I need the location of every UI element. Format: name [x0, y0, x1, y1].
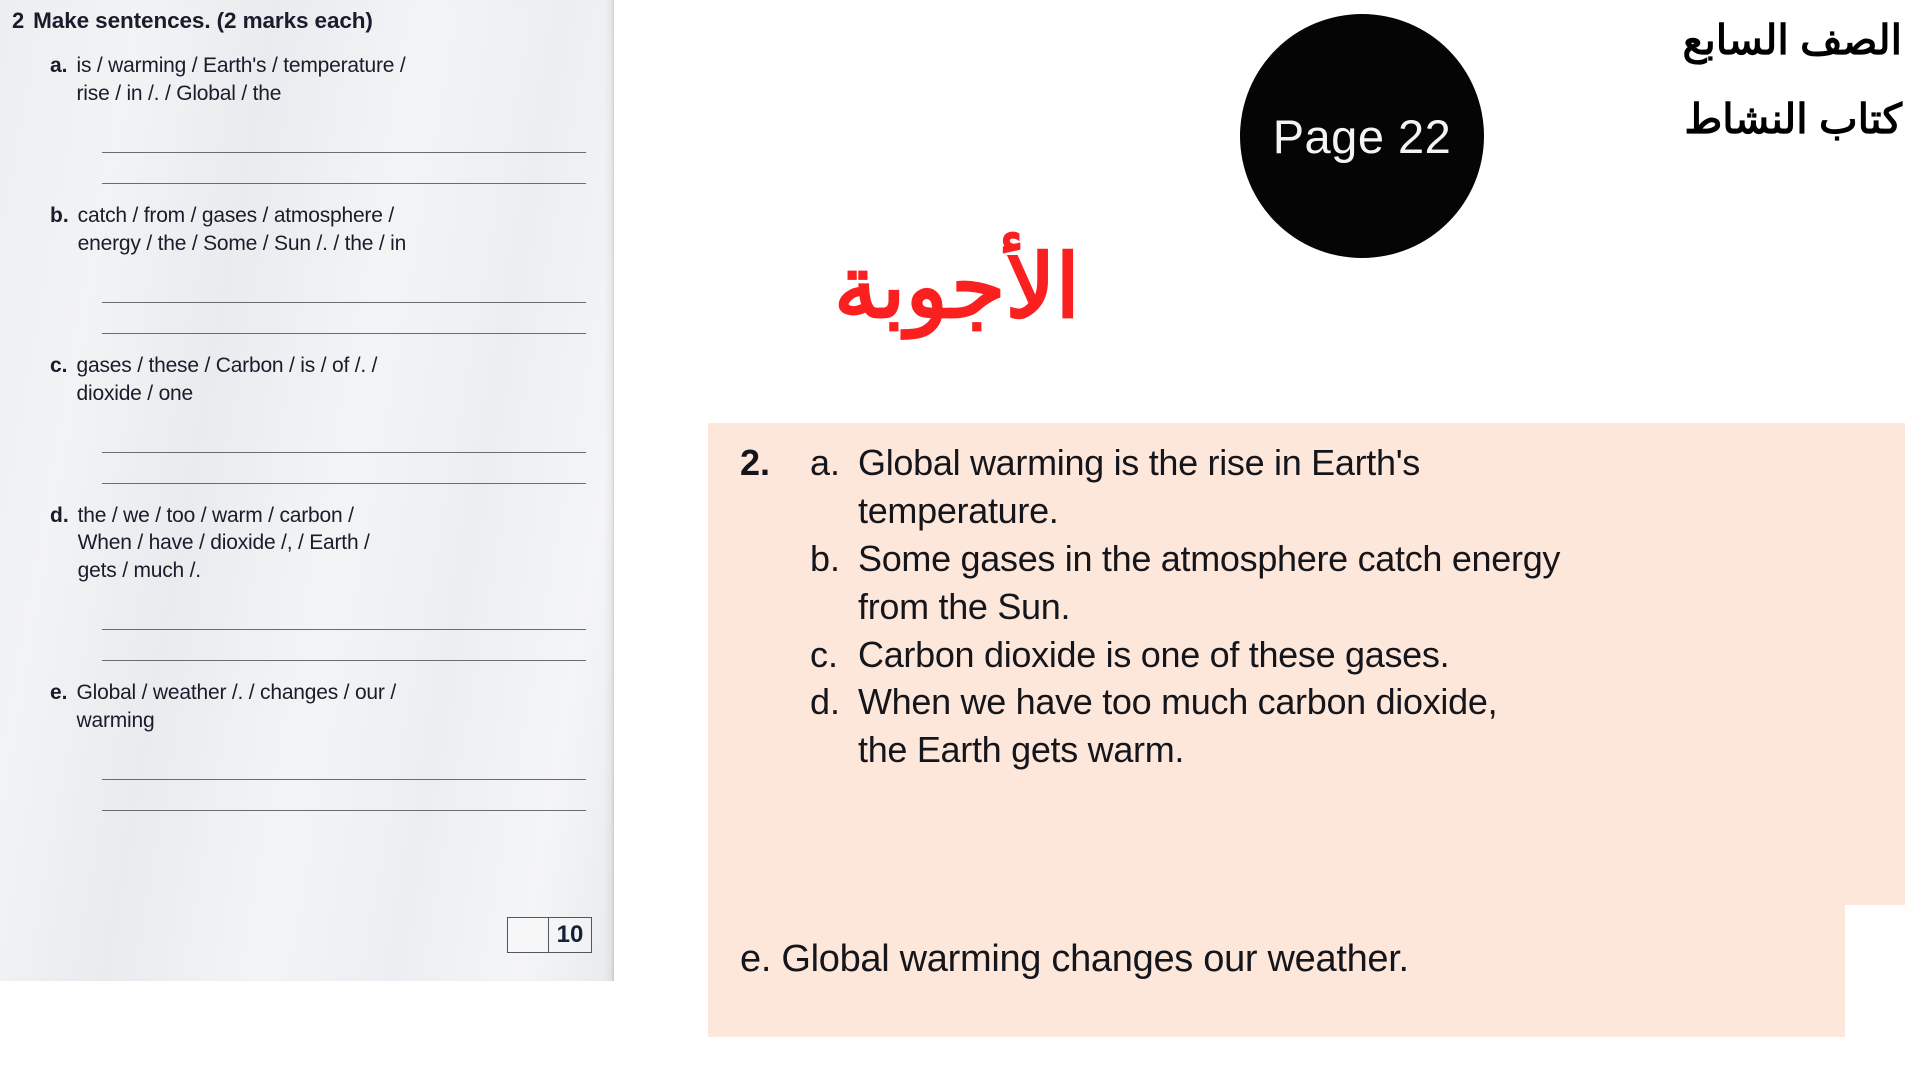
answer-rule-line[interactable] [102, 630, 586, 662]
answer-row-c: c. Carbon dioxide is one of these gases. [740, 631, 1895, 679]
answer-row-d-label: d. [810, 681, 841, 723]
answer-row-e-text: e. Global warming changes our weather. [740, 938, 1409, 980]
answer-row-d: d. When we have too much carbon dioxide,… [740, 678, 1895, 774]
worksheet-item-d-label: d. [50, 503, 69, 527]
worksheet-task-heading: 2 Make sentences. (2 marks each) [8, 8, 608, 34]
answer-rule-line[interactable] [102, 780, 586, 812]
answer-rule-line[interactable] [102, 599, 586, 631]
answers-title: الأجوبة [833, 237, 1080, 336]
worksheet-task-number: 2 [12, 8, 25, 33]
book-label: كتاب النشاط [1684, 96, 1902, 142]
worksheet-item-d: d. the / we / too / warm / carbon / When… [8, 502, 608, 586]
answer-rule-line[interactable] [102, 272, 586, 303]
worksheet-item-b-label: b. [50, 203, 69, 227]
answer-row-d-text: When we have too much carbon dioxide, th… [858, 681, 1498, 771]
worksheet-item-c-label: c. [50, 353, 68, 377]
answer-rule-line[interactable] [102, 303, 586, 334]
answer-row-a-text: Global warming is the rise in Earth's te… [858, 442, 1421, 531]
worksheet-item-b-text: catch / from / gases / atmosphere / ener… [77, 203, 407, 255]
answer-rule-line[interactable] [102, 122, 586, 153]
worksheet-item-d-text: the / we / too / warm / carbon / When / … [77, 503, 370, 583]
worksheet-answer-lines-c[interactable] [8, 422, 608, 484]
worksheet-answer-lines-d[interactable] [8, 599, 608, 662]
answer-row-b-text: Some gases in the atmosphere catch energ… [858, 537, 1561, 627]
marks-box: 10 [507, 917, 592, 953]
answer-rule-line[interactable] [102, 422, 586, 453]
worksheet-item-e: e. Global / weather /. / changes / our /… [8, 679, 608, 735]
worksheet-item-c-text: gases / these / Carbon / is / of /. / di… [76, 353, 378, 405]
answer-row-c-label: c. [810, 633, 839, 675]
worksheet-item-a: a. is / warming / Earth's / temperature … [8, 52, 608, 108]
answer-row-a-label: a. [810, 442, 841, 483]
answers-question-number: 2. [740, 442, 771, 483]
worksheet-item-e-text: Global / weather /. / changes / our / wa… [76, 681, 397, 733]
worksheet-item-a-label: a. [50, 54, 68, 77]
page-number-label: Page 22 [1272, 109, 1452, 163]
marks-box-blank-cell[interactable] [508, 918, 549, 952]
worksheet-answer-lines-b[interactable] [8, 272, 608, 334]
answers-panel-extra: e. Global warming changes our weather. [708, 905, 1845, 1037]
worksheet-scan-image: 2 Make sentences. (2 marks each) a. is /… [0, 0, 614, 981]
worksheet-answer-lines-a[interactable] [8, 122, 608, 184]
worksheet-item-c: c. gases / these / Carbon / is / of /. /… [8, 352, 608, 408]
answer-row-c-text: Carbon dioxide is one of these gases. [858, 633, 1450, 675]
answer-rule-line[interactable] [102, 153, 586, 184]
grade-label: الصف السابع [1682, 17, 1902, 63]
arabic-header: الصف السابع كتاب النشاط [1482, 20, 1902, 140]
worksheet-item-a-text: is / warming / Earth's / temperature / r… [76, 54, 406, 105]
answer-row-a: 2. a. Global warming is the rise in Eart… [740, 439, 1895, 535]
worksheet-answer-lines-e[interactable] [8, 749, 608, 812]
worksheet-task-block: 2 Make sentences. (2 marks each) a. is /… [8, 8, 608, 812]
answer-rule-line[interactable] [102, 749, 586, 781]
page-number-badge: Page 22 [1240, 14, 1484, 258]
answer-row-b-label: b. [810, 537, 841, 579]
answer-row-b: b. Some gases in the atmosphere catch en… [740, 535, 1895, 631]
worksheet-item-e-label: e. [50, 681, 68, 705]
answers-list: 2. a. Global warming is the rise in Eart… [740, 439, 1895, 774]
marks-box-total: 10 [556, 921, 584, 948]
answers-panel: 2. a. Global warming is the rise in Eart… [708, 423, 1905, 905]
answer-rule-line[interactable] [102, 453, 586, 484]
worksheet-item-b: b. catch / from / gases / atmosphere / e… [8, 202, 608, 258]
worksheet-task-title: Make sentences. (2 marks each) [33, 8, 373, 33]
